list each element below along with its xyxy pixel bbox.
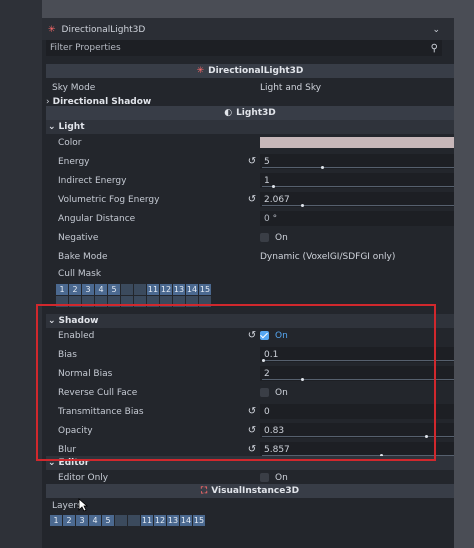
node-name: DirectionalLight3D bbox=[61, 24, 146, 35]
angular-label: Angular Distance bbox=[58, 213, 136, 224]
cull-layer-1[interactable]: 1 bbox=[56, 284, 68, 295]
filter-placeholder: Filter Properties bbox=[50, 43, 121, 53]
revert-icon[interactable]: ↺ bbox=[246, 156, 258, 168]
energy-slider[interactable]: 5 bbox=[260, 154, 454, 169]
color-row: Color bbox=[46, 133, 454, 152]
angular-row: Angular Distance 0 ° bbox=[46, 209, 454, 228]
node-selector[interactable]: ✳ DirectionalLight3D ⌄ bbox=[46, 22, 442, 37]
editor-only-value: On bbox=[275, 472, 288, 483]
visual-layer-12[interactable]: 15 bbox=[193, 515, 205, 526]
energy-value: 5 bbox=[264, 156, 270, 167]
editor-only-checkbox[interactable]: On bbox=[260, 470, 288, 485]
class-header-light3d-label: Light3D bbox=[236, 108, 276, 118]
visual-layer-4[interactable]: 4 bbox=[89, 515, 101, 526]
sky-mode-value[interactable]: Light and Sky bbox=[260, 80, 321, 95]
indirect-energy-track bbox=[262, 185, 454, 188]
indirect-energy-knob[interactable] bbox=[271, 185, 275, 188]
cull-mask-label: Cull Mask bbox=[58, 268, 102, 279]
visual-instance-icon: ⛶ bbox=[200, 486, 208, 496]
chevron-down-icon[interactable]: ⌄ bbox=[432, 25, 440, 35]
negative-label: Negative bbox=[58, 232, 99, 243]
vol-fog-slider[interactable]: 2.067 bbox=[260, 192, 454, 207]
energy-knob[interactable] bbox=[320, 166, 324, 169]
revert-icon[interactable]: ↺ bbox=[246, 194, 258, 206]
section-light[interactable]: ⌄ Light bbox=[46, 120, 454, 134]
visual-layer-5[interactable]: 5 bbox=[102, 515, 114, 526]
cull-mask-row: Cull Mask bbox=[46, 264, 454, 283]
vol-fog-label: Volumetric Fog Energy bbox=[58, 194, 160, 205]
mouse-cursor-icon bbox=[78, 498, 88, 512]
background-strip bbox=[0, 0, 42, 548]
checkbox-icon bbox=[260, 233, 269, 242]
cull-layer-2[interactable]: 2 bbox=[69, 284, 81, 295]
light3d-class-icon: ◐ bbox=[224, 108, 233, 118]
visual-layer-9[interactable]: 12 bbox=[154, 515, 166, 526]
cull-layer-8[interactable]: 11 bbox=[147, 284, 159, 295]
negative-value: On bbox=[275, 232, 288, 243]
cull-layer-6[interactable] bbox=[121, 284, 133, 295]
cull-layer-12[interactable]: 15 bbox=[199, 284, 211, 295]
cull-layer-7[interactable] bbox=[134, 284, 146, 295]
visual-layer-7[interactable] bbox=[128, 515, 140, 526]
search-icon[interactable]: ⚲ bbox=[431, 43, 438, 54]
checkbox-icon bbox=[260, 473, 269, 482]
class-header-directional-label: DirectionalLight3D bbox=[208, 66, 304, 76]
light-node-icon: ✳ bbox=[48, 24, 56, 35]
editor-only-label: Editor Only bbox=[58, 472, 109, 483]
cull-layer-5[interactable]: 5 bbox=[108, 284, 120, 295]
inspector-panel: ✳ DirectionalLight3D ⌄ Filter Properties… bbox=[42, 18, 454, 548]
angular-value: 0 ° bbox=[264, 213, 278, 224]
filter-properties-input[interactable]: Filter Properties ⚲ bbox=[46, 40, 442, 56]
energy-label: Energy bbox=[58, 156, 90, 167]
visual-layer-11[interactable]: 14 bbox=[180, 515, 192, 526]
negative-row: Negative On bbox=[46, 228, 454, 247]
cull-layer-9[interactable]: 12 bbox=[160, 284, 172, 295]
visual-layer-10[interactable]: 13 bbox=[167, 515, 179, 526]
highlight-box bbox=[36, 304, 436, 461]
energy-track bbox=[262, 166, 454, 169]
light-class-icon: ✳ bbox=[196, 66, 205, 76]
energy-row: Energy ↺ 5 bbox=[46, 152, 454, 171]
indirect-energy-label: Indirect Energy bbox=[58, 175, 127, 186]
vol-fog-track bbox=[262, 204, 454, 207]
class-header-light3d: ◐ Light3D bbox=[46, 106, 454, 120]
bake-mode-label: Bake Mode bbox=[58, 251, 108, 262]
layers-row: Layers bbox=[46, 496, 454, 515]
color-label: Color bbox=[58, 137, 82, 148]
visual-layer-6[interactable] bbox=[115, 515, 127, 526]
class-header-visual-label: VisualInstance3D bbox=[211, 486, 300, 496]
bake-mode-dropdown[interactable]: Dynamic (VoxelGI/SDFGI only) bbox=[260, 249, 395, 264]
visual-layer-8[interactable]: 11 bbox=[141, 515, 153, 526]
cull-layer-3[interactable]: 3 bbox=[82, 284, 94, 295]
color-swatch[interactable] bbox=[260, 135, 454, 150]
section-light-label: Light bbox=[58, 122, 85, 132]
indirect-energy-slider[interactable]: 1 bbox=[260, 173, 454, 188]
vol-fog-row: Volumetric Fog Energy ↺ 2.067 bbox=[46, 190, 454, 209]
visual-layer-2[interactable]: 2 bbox=[63, 515, 75, 526]
cull-layer-11[interactable]: 14 bbox=[186, 284, 198, 295]
visual-layer-3[interactable]: 3 bbox=[76, 515, 88, 526]
indirect-energy-value: 1 bbox=[264, 175, 270, 186]
visual-layers: 1 2 3 4 5 11 12 13 14 15 bbox=[50, 515, 205, 526]
class-header-directional: ✳ DirectionalLight3D bbox=[46, 64, 454, 78]
cull-layer-10[interactable]: 13 bbox=[173, 284, 185, 295]
visual-layer-1[interactable]: 1 bbox=[50, 515, 62, 526]
vol-fog-knob[interactable] bbox=[301, 204, 305, 207]
vol-fog-value: 2.067 bbox=[264, 194, 290, 205]
angular-field[interactable]: 0 ° bbox=[260, 211, 454, 226]
chevron-down-icon: ⌄ bbox=[48, 122, 56, 132]
cull-mask-layers: 1 2 3 4 5 11 12 13 14 15 bbox=[56, 284, 211, 295]
sky-mode-label: Sky Mode bbox=[52, 82, 96, 93]
indirect-energy-row: Indirect Energy 1 bbox=[46, 171, 454, 190]
cull-layer-4[interactable]: 4 bbox=[95, 284, 107, 295]
negative-checkbox[interactable]: On bbox=[260, 230, 288, 245]
